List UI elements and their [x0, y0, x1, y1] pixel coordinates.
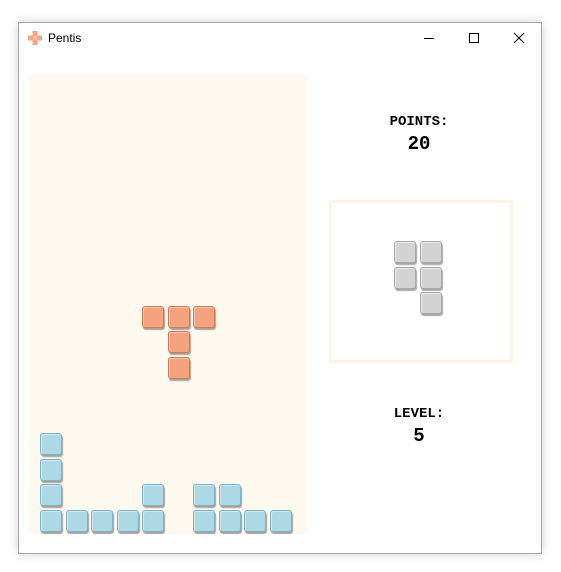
next-piece-block [419, 292, 442, 314]
stacked-block [40, 458, 62, 481]
falling-piece-block [193, 305, 215, 328]
minimize-icon [423, 38, 434, 39]
falling-piece-block [167, 331, 190, 353]
stacked-block [40, 484, 62, 506]
stacked-block [218, 509, 241, 532]
level-label: LEVEL: [393, 406, 445, 422]
stacked-block [91, 509, 113, 532]
stacked-block [40, 433, 62, 455]
stacked-block [244, 509, 266, 532]
falling-piece-block [142, 305, 164, 328]
stacked-block [218, 484, 241, 506]
stacked-block [269, 509, 292, 532]
level-value: 5 [413, 425, 425, 447]
game-window: Pentis POINTS: 20 LEVEL: 5 [18, 22, 542, 554]
points-value: 20 [407, 133, 431, 155]
stacked-block [65, 509, 88, 532]
maximize-icon [468, 33, 479, 43]
falling-piece-block [167, 305, 190, 328]
minimize-button[interactable] [406, 23, 451, 53]
title-bar[interactable]: Pentis [19, 23, 541, 53]
maximize-button[interactable] [451, 23, 496, 53]
close-button[interactable] [496, 23, 541, 53]
next-piece-block [394, 266, 416, 289]
next-piece-block [419, 241, 442, 263]
stacked-block [142, 484, 164, 506]
close-icon [513, 32, 524, 44]
points-label: POINTS: [389, 114, 449, 130]
game-board[interactable] [28, 74, 308, 534]
next-piece-block [394, 241, 416, 263]
plus-cross-icon [28, 31, 42, 45]
stacked-block [193, 509, 215, 532]
next-piece-preview [329, 200, 513, 363]
falling-piece-block [167, 356, 190, 379]
stacked-block [193, 484, 215, 506]
stacked-block [40, 509, 62, 532]
window-title: Pentis [48, 31, 82, 45]
stacked-block [116, 509, 139, 532]
stacked-block [142, 509, 164, 532]
next-piece-block [419, 266, 442, 289]
